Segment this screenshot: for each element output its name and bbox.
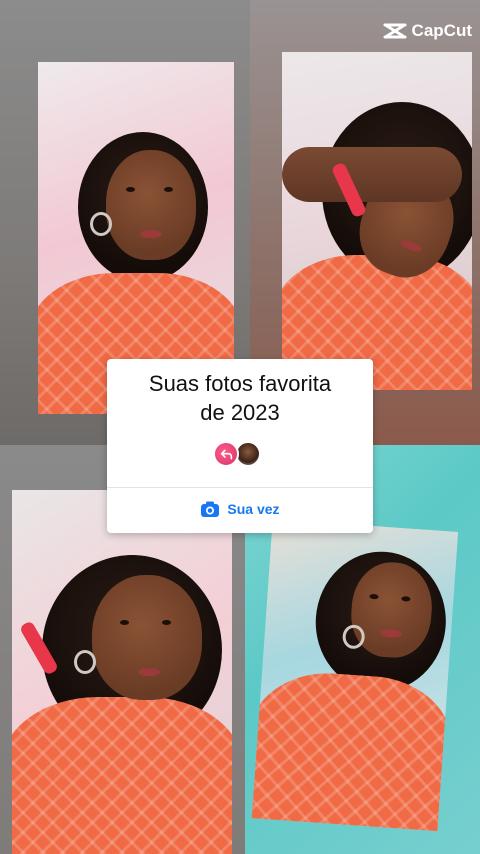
card-divider [107,487,373,488]
add-yours-card[interactable]: Suas fotos favorita de 2023 Sua vez [107,359,373,533]
card-title-line-1: Suas fotos favorita [148,371,332,396]
capcut-watermark: CapCut [383,21,472,41]
photo-3 [12,490,232,854]
reply-arrow-icon [213,441,239,467]
participant-avatars[interactable] [213,441,273,469]
camera-icon [201,501,220,517]
capcut-brand-label: CapCut [411,21,472,40]
photo-2 [282,52,472,390]
photo-4 [251,518,459,832]
card-title: Suas fotos favorita de 2023 [107,369,373,427]
capcut-logo-icon [383,23,407,39]
card-title-line-2: de 2023 [200,400,280,425]
your-turn-button[interactable]: Sua vez [107,500,373,518]
your-turn-label: Sua vez [227,501,280,517]
